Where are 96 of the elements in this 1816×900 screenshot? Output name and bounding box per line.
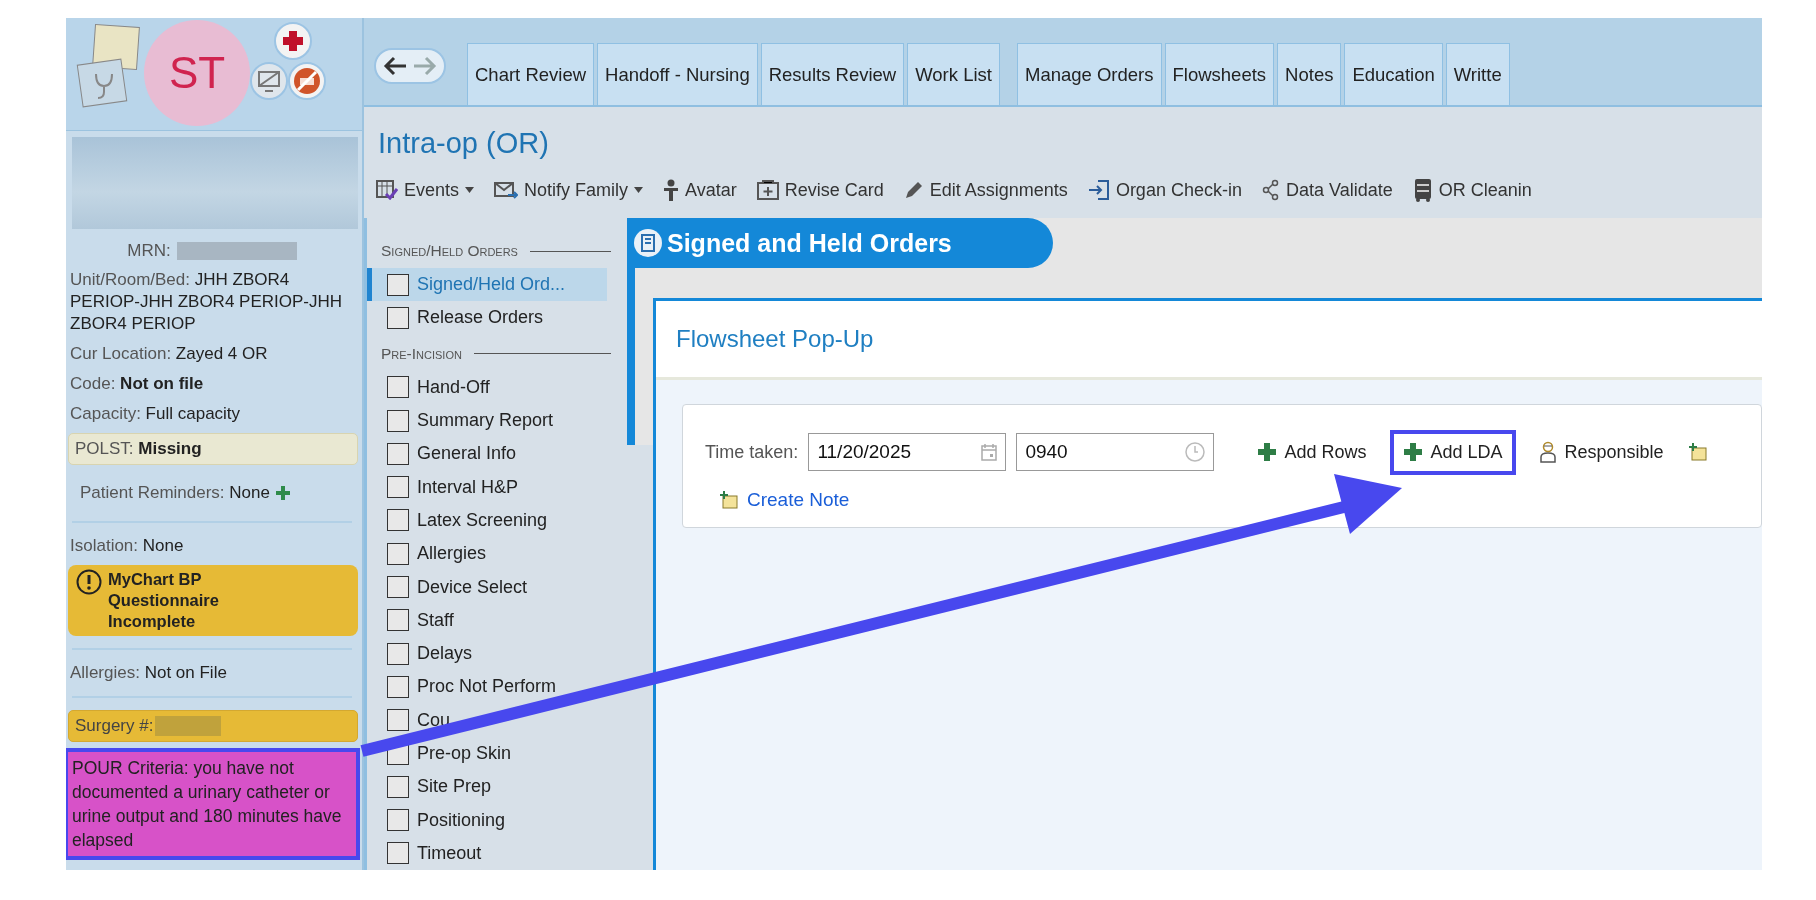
section-heading: Pre-Incision bbox=[381, 344, 462, 363]
medical-cross-icon[interactable] bbox=[274, 22, 312, 60]
toolbar-button[interactable]: Notify Family bbox=[494, 178, 644, 202]
share-icon bbox=[1261, 179, 1280, 201]
redacted-block bbox=[155, 716, 222, 736]
note-plus-icon[interactable] bbox=[1687, 442, 1708, 462]
navigator-item[interactable]: Timeout bbox=[367, 836, 607, 870]
checkbox[interactable] bbox=[387, 542, 409, 565]
caret-icon bbox=[634, 187, 644, 193]
toolbar-button[interactable]: Avatar bbox=[663, 178, 737, 202]
navigator-item[interactable]: Latex Screening bbox=[367, 503, 607, 538]
activity-tab[interactable]: Chart Review bbox=[467, 43, 595, 105]
enter-icon bbox=[1087, 179, 1110, 201]
activity-tab[interactable]: Results Review bbox=[760, 43, 905, 105]
document-icon bbox=[633, 228, 663, 258]
toolbar-button[interactable]: OR Cleanin bbox=[1412, 178, 1532, 202]
checkbox[interactable] bbox=[387, 642, 409, 665]
navigator-item[interactable]: Device Select bbox=[367, 570, 607, 604]
navigator-item[interactable]: Hand-Off bbox=[367, 370, 607, 404]
patient-field: Code: Not on file bbox=[66, 373, 358, 395]
monitor-icon[interactable] bbox=[250, 62, 288, 100]
navigator-item[interactable]: Pre-op Skin bbox=[367, 736, 607, 771]
criteria-note: POUR Criteria: you have not documented a urinary catheter or urine output and 180 minutes have elapsed bbox=[66, 750, 358, 858]
calendar-check-icon bbox=[376, 180, 398, 200]
navigator-item[interactable]: Proc Not Perform bbox=[367, 670, 607, 704]
navigator-item[interactable]: General Info bbox=[367, 437, 607, 471]
activity-tab[interactable]: Writte bbox=[1445, 43, 1510, 105]
toolbar-button[interactable]: Revise Card bbox=[756, 178, 884, 202]
activity-tab[interactable]: Manage Orders bbox=[1016, 43, 1162, 105]
person-icon bbox=[663, 179, 680, 201]
navigator-item[interactable]: Staff bbox=[367, 603, 607, 637]
activity-tab[interactable]: Education bbox=[1344, 43, 1443, 105]
navigator-item[interactable]: Site Prep bbox=[367, 770, 607, 804]
caret-icon bbox=[465, 187, 475, 193]
back-forward-control[interactable] bbox=[374, 47, 446, 84]
activity-tab[interactable]: Work List bbox=[907, 43, 1000, 105]
checkbox[interactable] bbox=[387, 306, 409, 329]
field-label: MRN: bbox=[127, 241, 171, 261]
toolbar-button[interactable]: Organ Check-in bbox=[1087, 178, 1242, 202]
patient-field: Isolation: None bbox=[66, 535, 358, 557]
plus-card-icon bbox=[756, 180, 779, 200]
cart-icon bbox=[1412, 178, 1433, 202]
exclamation-icon bbox=[76, 569, 102, 595]
note-plus-icon bbox=[719, 490, 739, 510]
field-label: Surgery #: bbox=[75, 716, 154, 736]
navigator-item[interactable]: Summary Report bbox=[367, 403, 607, 438]
date-field[interactable]: 11/20/2025 bbox=[808, 433, 1007, 471]
checkbox[interactable] bbox=[387, 376, 409, 399]
action-button[interactable]: Responsible bbox=[1526, 429, 1678, 475]
toolbar-button[interactable]: Data Validate bbox=[1261, 178, 1393, 202]
field-label: Time taken: bbox=[705, 441, 799, 463]
mail-arrow-icon bbox=[494, 181, 519, 199]
panel-title: Signed and Held Orders bbox=[667, 228, 952, 258]
popup-title: Flowsheet Pop-Up bbox=[656, 301, 1762, 380]
checkbox[interactable] bbox=[387, 609, 409, 632]
patient-field: Unit/Room/Bed: JHH ZBOR4 PERIOP-JHH ZBOR4 PERIOP-JHH ZBOR4 PERIOP bbox=[66, 269, 358, 335]
toolbar-button[interactable]: Edit Assignments bbox=[903, 178, 1068, 202]
checkbox[interactable] bbox=[387, 675, 409, 698]
checkbox[interactable] bbox=[387, 273, 409, 296]
pencil-icon bbox=[903, 180, 924, 200]
navigator-item[interactable]: Allergies bbox=[367, 537, 607, 571]
alert-banner[interactable]: MyChart BP Questionnaire Incomplete bbox=[68, 565, 358, 636]
time-field[interactable]: 0940 bbox=[1016, 433, 1215, 471]
activity-tab[interactable]: Notes bbox=[1277, 43, 1342, 105]
plus-icon bbox=[1258, 443, 1277, 461]
plus-icon bbox=[1404, 443, 1423, 461]
checkbox[interactable] bbox=[387, 709, 409, 732]
activity-title: Intra-op (OR) bbox=[378, 127, 550, 160]
person-icon bbox=[1540, 441, 1557, 463]
alert-text: MyChart BP Questionnaire Incomplete bbox=[108, 569, 220, 632]
create-note-link[interactable]: Create Note bbox=[719, 489, 850, 511]
navigator-item[interactable]: Release Orders bbox=[367, 301, 607, 335]
checkbox[interactable] bbox=[387, 409, 409, 432]
checkbox[interactable] bbox=[387, 842, 409, 865]
patient-field: Allergies: Not on File bbox=[66, 662, 358, 684]
navigator-item[interactable]: Delays bbox=[367, 636, 607, 671]
navigator-item[interactable]: Interval H&P bbox=[367, 470, 607, 504]
checkbox[interactable] bbox=[387, 809, 409, 832]
navigator-item[interactable]: Positioning bbox=[367, 803, 607, 837]
checkbox[interactable] bbox=[387, 775, 409, 798]
activity-tab[interactable]: Handoff - Nursing bbox=[597, 43, 758, 105]
reminders-text: Patient Reminders: None bbox=[80, 483, 270, 503]
section-heading: Signed/Held Orders bbox=[381, 242, 518, 260]
checkbox[interactable] bbox=[387, 509, 409, 532]
checkbox[interactable] bbox=[387, 576, 409, 598]
toolbar-button[interactable]: Events bbox=[376, 178, 475, 202]
status-banner: POLST: Missing bbox=[68, 433, 358, 465]
action-button[interactable]: Add LDA bbox=[1390, 429, 1517, 475]
activity-tab[interactable]: Flowsheets bbox=[1164, 43, 1275, 105]
patient-field: Capacity: Full capacity bbox=[66, 403, 358, 425]
checkbox[interactable] bbox=[387, 476, 409, 499]
action-button[interactable]: Add Rows bbox=[1244, 429, 1381, 475]
checkbox[interactable] bbox=[387, 442, 409, 465]
add-icon[interactable] bbox=[275, 486, 290, 500]
no-food-icon[interactable] bbox=[288, 62, 326, 100]
patient-field: Cur Location: Zayed 4 OR bbox=[66, 343, 358, 365]
